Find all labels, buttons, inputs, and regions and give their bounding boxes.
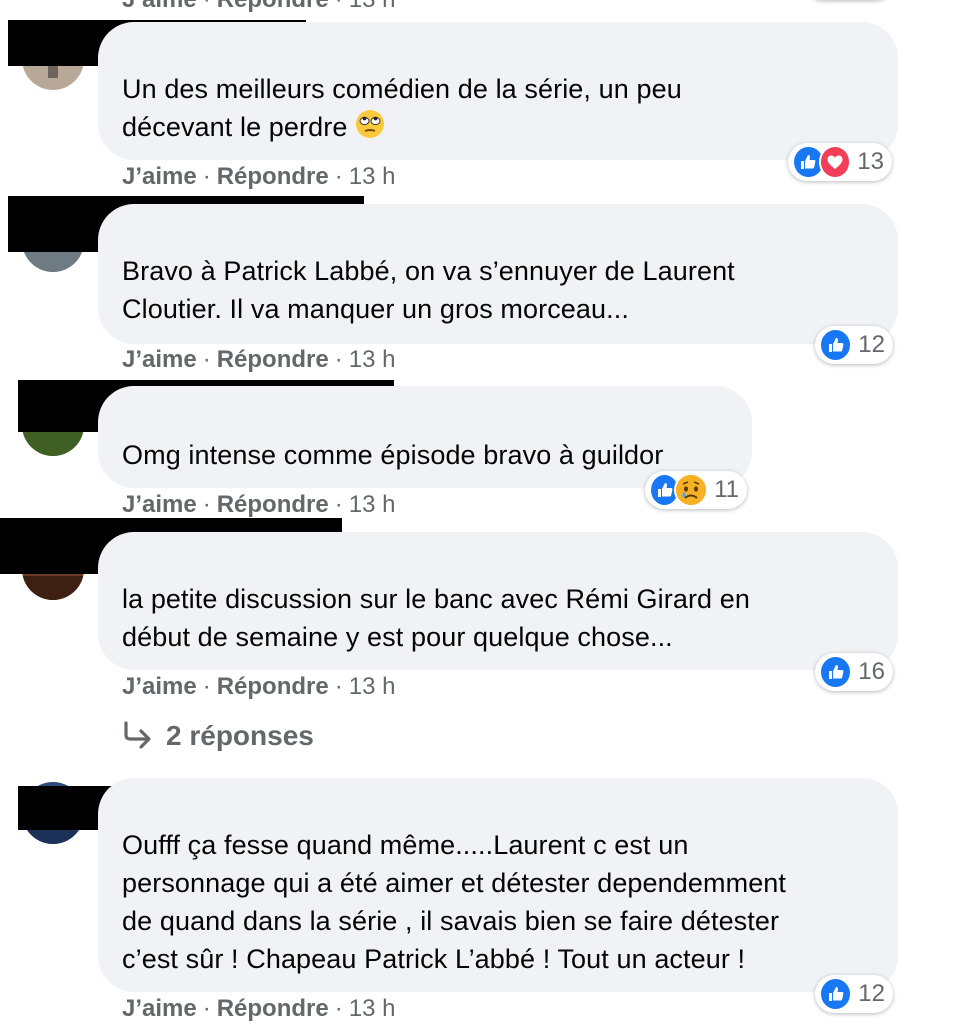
comment-actions: J’aime · Répondre · 13 h: [122, 163, 396, 190]
timestamp: 13 h: [348, 346, 396, 373]
like-link[interactable]: J’aime: [122, 995, 197, 1022]
comment-actions: J’aime · Répondre · 13 h: [122, 995, 396, 1022]
like-link[interactable]: J’aime: [122, 491, 197, 518]
reaction-summary[interactable]: 11: [645, 471, 747, 509]
previous-comment-actions: J’aime·Répondre·13 h: [122, 0, 395, 14]
reply-link[interactable]: Répondre: [217, 346, 329, 373]
reaction-summary[interactable]: 12: [815, 326, 893, 364]
view-replies-link[interactable]: 2 réponses: [122, 720, 314, 752]
like-link[interactable]: J’aime: [122, 673, 197, 700]
reply-link[interactable]: Répondre: [217, 995, 329, 1022]
timestamp: 13 h: [348, 673, 396, 700]
timestamp: 13 h: [348, 995, 396, 1022]
reaction-summary[interactable]: 13: [788, 143, 892, 181]
reaction-summary[interactable]: 16: [815, 653, 893, 691]
reaction-summary[interactable]: 12: [815, 975, 893, 1013]
timestamp: 13 h: [348, 491, 396, 518]
timestamp: 13 h: [348, 163, 396, 190]
comment-text: Un des meilleurs comédien de la série, u…: [122, 70, 682, 149]
comment-text: Oufff ça fesse quand même.....Laurent c …: [122, 830, 787, 974]
like-reaction-icon: [819, 655, 853, 689]
reply-link[interactable]: Répondre: [217, 163, 329, 190]
like-reaction-icon: [819, 977, 853, 1011]
reaction-count: 12: [858, 331, 885, 358]
like-link[interactable]: J’aime: [122, 163, 197, 190]
comment-text: la petite discussion sur le banc avec Ré…: [122, 584, 750, 652]
comment-actions: J’aime · Répondre · 13 h: [122, 346, 396, 373]
reply-link[interactable]: Répondre: [217, 491, 329, 518]
reply-arrow-icon: [122, 721, 156, 751]
reaction-count: 12: [858, 980, 885, 1007]
replies-count-label[interactable]: 2 réponses: [166, 720, 314, 752]
comment-actions: J’aime · Répondre · 13 h: [122, 673, 396, 700]
like-link[interactable]: J’aime: [122, 346, 197, 373]
reply-link[interactable]: Répondre: [217, 0, 329, 13]
comment-actions: J’aime · Répondre · 13 h: [122, 491, 396, 518]
like-reaction-icon: [819, 328, 853, 362]
comment-text: Omg intense comme épisode bravo à guildo…: [122, 440, 664, 470]
eye-roll-emoji: [355, 109, 385, 149]
like-link[interactable]: J’aime: [122, 0, 197, 13]
reaction-count: 16: [858, 658, 885, 685]
sad-reaction-icon: [674, 473, 709, 507]
comment-text: Bravo à Patrick Labbé, on va s’ennuyer d…: [122, 256, 735, 324]
reaction-count: 11: [714, 476, 739, 503]
reply-link[interactable]: Répondre: [217, 673, 329, 700]
timestamp: 13 h: [349, 0, 396, 13]
love-reaction-icon: [818, 145, 852, 179]
reaction-count: 13: [857, 148, 884, 175]
